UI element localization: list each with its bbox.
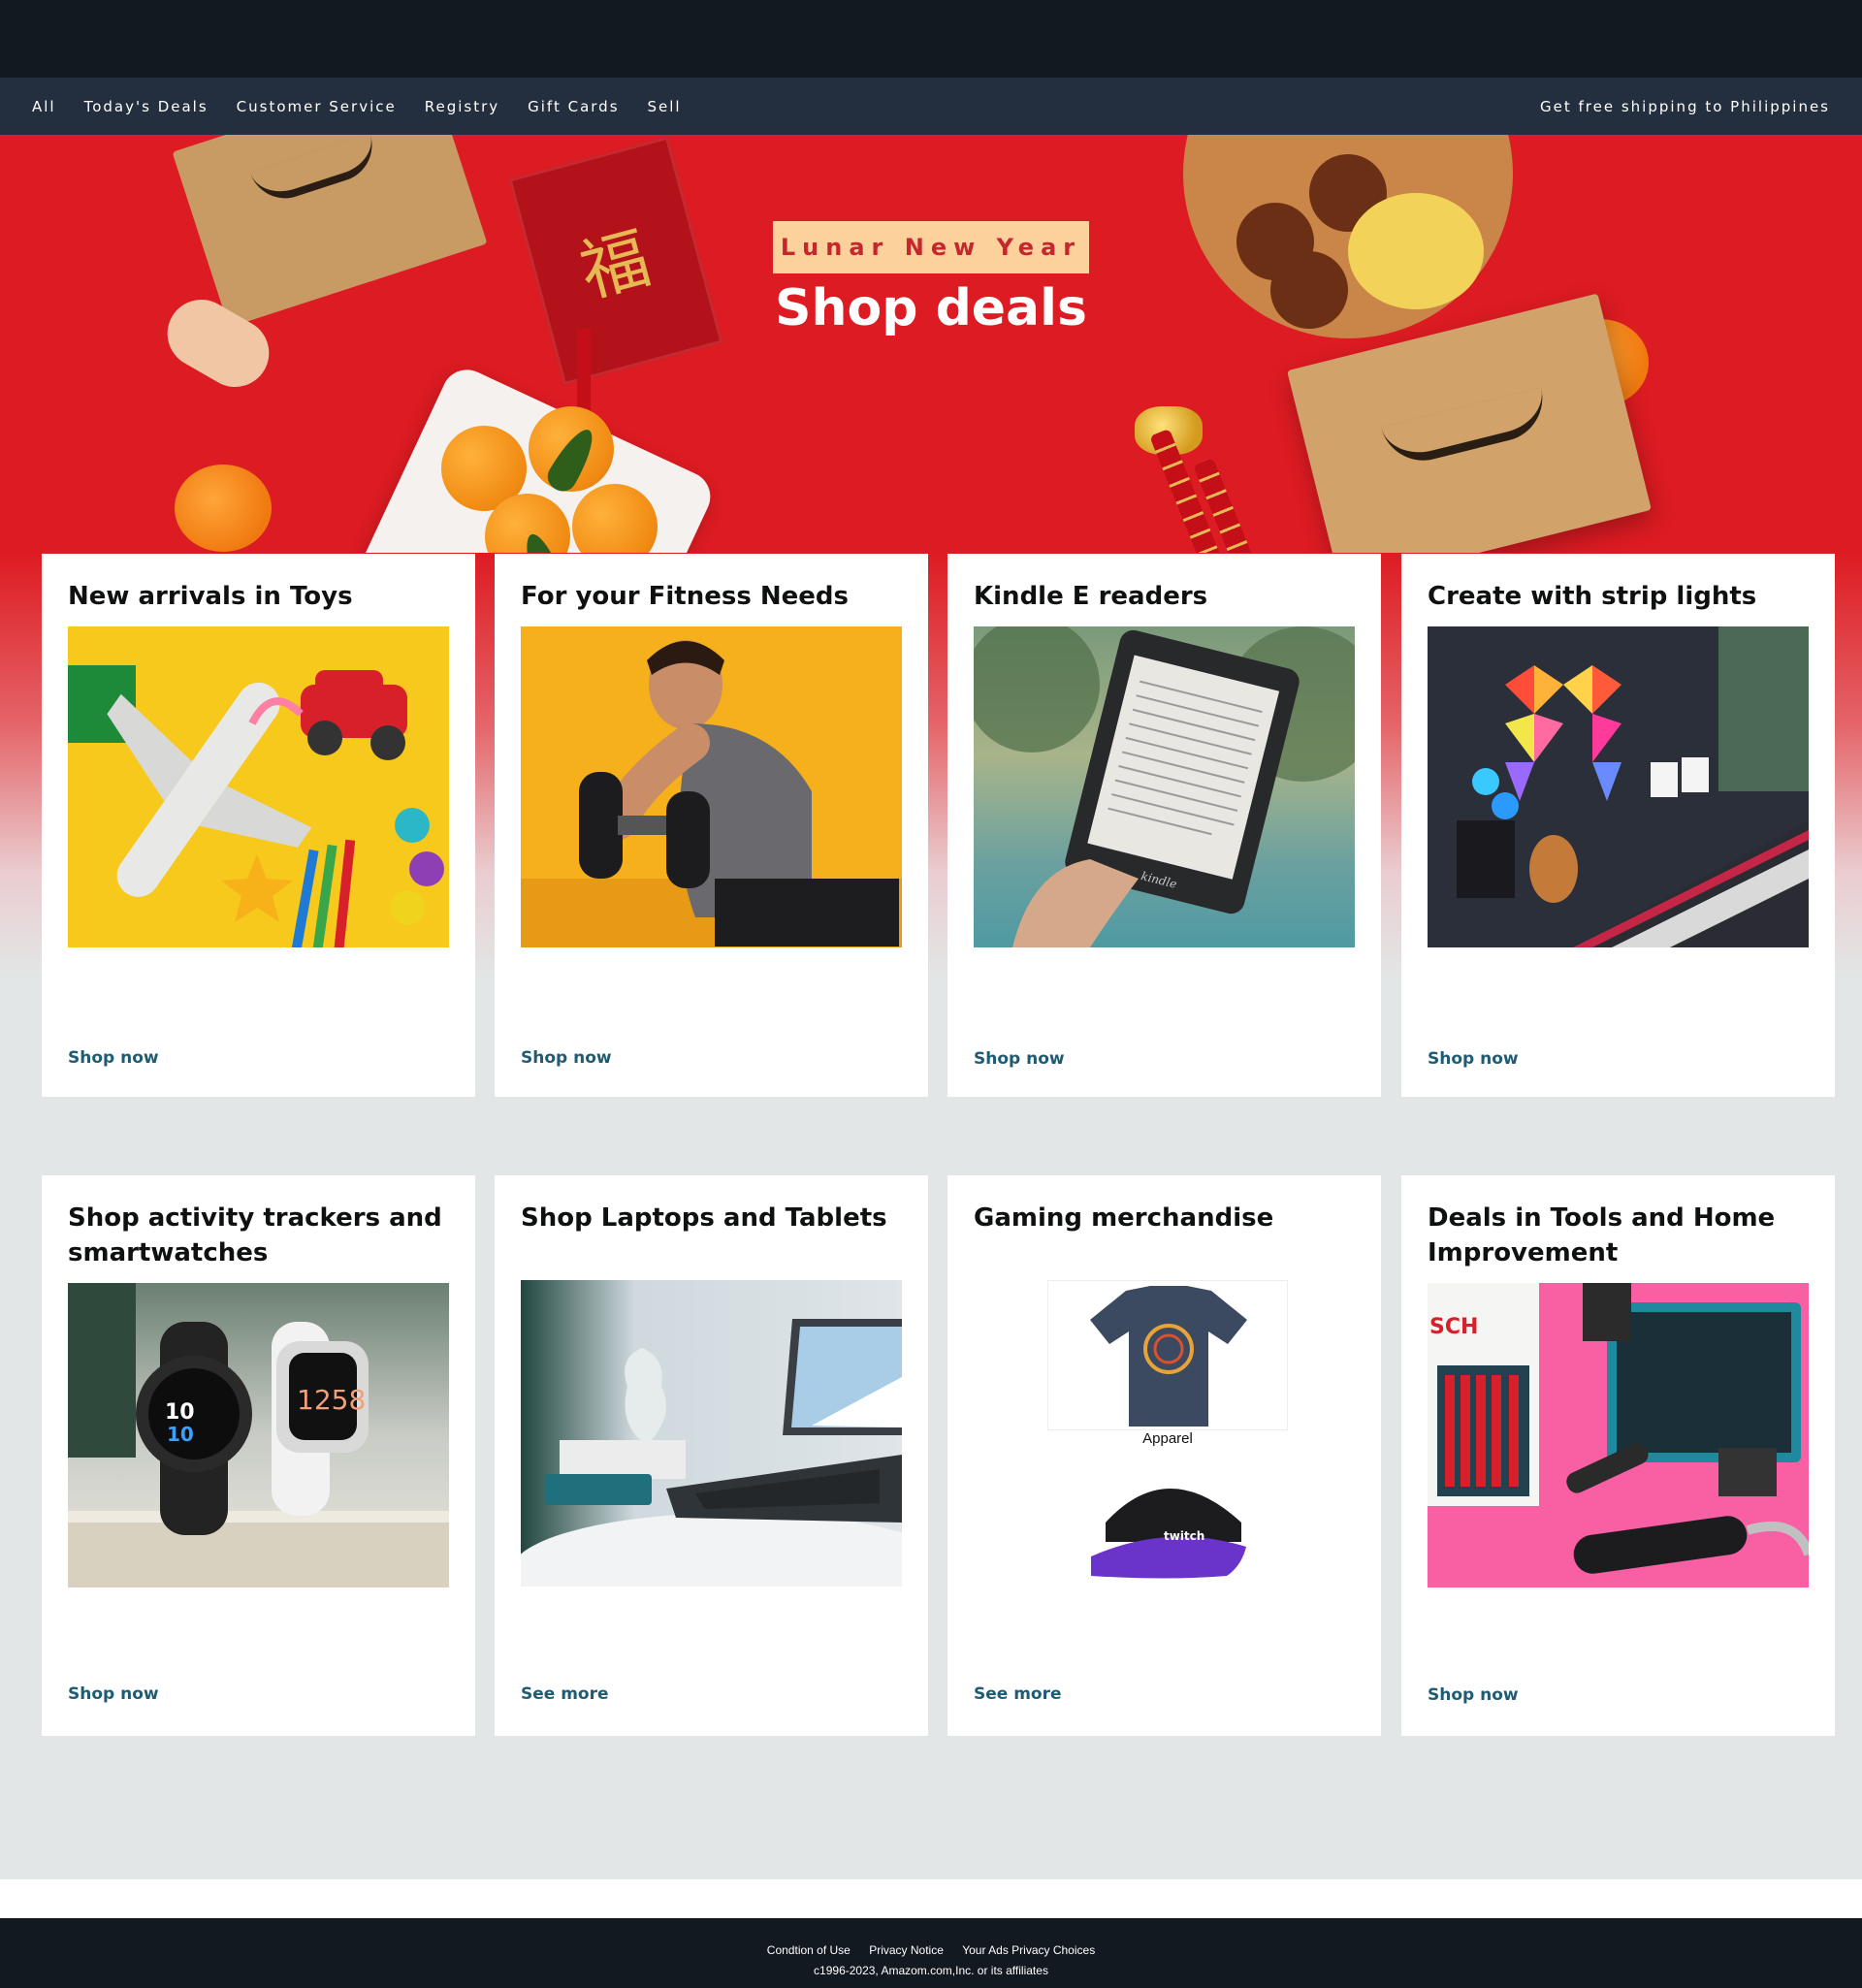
see-more-link[interactable]: See more [521, 1684, 609, 1704]
toys-image[interactable] [68, 626, 449, 947]
apparel-tile[interactable] [1047, 1280, 1288, 1430]
card-fitness[interactable]: For your Fitness Needs Shop now [495, 554, 928, 1097]
cap-image[interactable]: twitch [1047, 1464, 1288, 1590]
shop-now-link[interactable]: Shop now [68, 1048, 159, 1068]
strip-lights-image[interactable] [1428, 626, 1809, 947]
card-gaming-merch[interactable]: Gaming merchandise Apparel twitch See mo… [947, 1175, 1381, 1736]
svg-text:SCH: SCH [1429, 1315, 1478, 1339]
nav-item-registry[interactable]: Registry [425, 98, 499, 115]
shipping-notice[interactable]: Get free shipping to Philippines [1540, 98, 1830, 115]
nav-item-todays-deals[interactable]: Today's Deals [84, 98, 209, 115]
apparel-label[interactable]: Apparel [1047, 1430, 1288, 1447]
card-title: Kindle E readers [974, 582, 1208, 611]
tassel-image [577, 329, 591, 416]
card-title: Create with strip lights [1428, 582, 1757, 611]
svg-text:10: 10 [167, 1423, 194, 1446]
shop-now-link[interactable]: Shop now [974, 1049, 1065, 1069]
footer-link-conditions[interactable]: Condtion of Use [767, 1943, 851, 1957]
footer: Condtion of Use Privacy Notice Your Ads … [0, 1918, 1862, 1988]
hero-banner[interactable]: 福 [0, 135, 1862, 553]
card-title: Gaming merchandise [974, 1203, 1274, 1233]
nav-item-all[interactable]: All [32, 98, 56, 115]
card-kindle[interactable]: Kindle E readers kindle Shop now [947, 554, 1381, 1097]
laptop-image[interactable] [521, 1280, 902, 1587]
hero-title[interactable]: Shop deals [773, 279, 1089, 337]
amazon-box-image [172, 135, 488, 328]
shop-now-link[interactable]: Shop now [1428, 1685, 1519, 1705]
see-more-link[interactable]: See more [974, 1684, 1062, 1704]
footer-link-ads-privacy[interactable]: Your Ads Privacy Choices [962, 1943, 1095, 1957]
card-title: Shop Laptops and Tablets [521, 1203, 887, 1233]
nav-bar: All Today's Deals Customer Service Regis… [0, 78, 1862, 135]
card-tools-home[interactable]: Deals in Tools and Home Improvement SCH … [1401, 1175, 1835, 1736]
shop-now-link[interactable]: Shop now [521, 1048, 612, 1068]
card-title: Deals in Tools and Home Improvement [1428, 1203, 1776, 1267]
svg-text:10: 10 [165, 1400, 195, 1425]
tools-image[interactable]: SCH [1428, 1283, 1809, 1587]
top-header-bar [0, 0, 1862, 78]
card-title: New arrivals in Toys [68, 582, 353, 611]
shop-now-link[interactable]: Shop now [68, 1684, 159, 1704]
footer-copyright: c1996-2023, Amazom.com,Inc. or its affil… [814, 1964, 1048, 1977]
svg-text:twitch: twitch [1164, 1529, 1204, 1543]
card-title: For your Fitness Needs [521, 582, 849, 611]
pumpkin-image [175, 465, 272, 552]
footer-spacer [0, 1879, 1862, 1918]
hero-badge: Lunar New Year [773, 221, 1089, 273]
card-laptops-tablets[interactable]: Shop Laptops and Tablets See more [495, 1175, 928, 1736]
nav-item-sell[interactable]: Sell [648, 98, 682, 115]
red-envelope-image: 福 [508, 136, 723, 386]
card-title: Shop activity trackers and smartwatches [68, 1203, 442, 1267]
svg-text:1258: 1258 [297, 1384, 366, 1416]
dried-food-platter-image [1183, 135, 1513, 338]
shop-now-link[interactable]: Shop now [1428, 1049, 1519, 1069]
card-strip-lights[interactable]: Create with strip lights Shop now [1401, 554, 1835, 1097]
kindle-image[interactable]: kindle [974, 626, 1355, 947]
smartwatches-image[interactable]: 1258 10 10 [68, 1283, 449, 1587]
nav-item-customer-service[interactable]: Customer Service [237, 98, 397, 115]
footer-link-privacy[interactable]: Privacy Notice [869, 1943, 944, 1957]
fitness-image[interactable] [521, 626, 902, 947]
card-toys[interactable]: New arrivals in Toys Shop now [42, 554, 475, 1097]
nav-item-gift-cards[interactable]: Gift Cards [528, 98, 619, 115]
card-activity-trackers[interactable]: Shop activity trackers and smartwatches … [42, 1175, 475, 1736]
